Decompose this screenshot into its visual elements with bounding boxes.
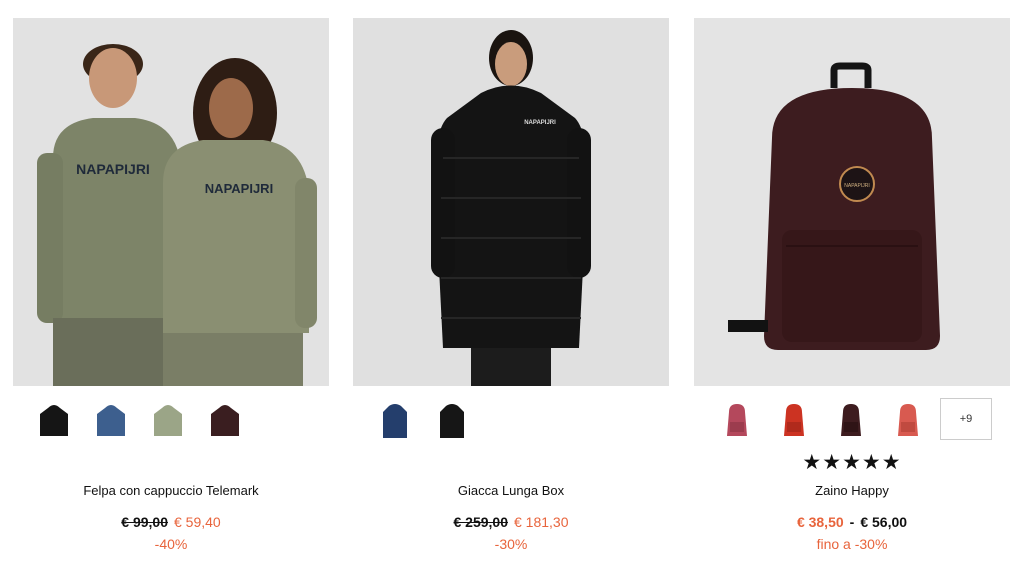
swatch-olive[interactable] (152, 402, 184, 440)
swatch-burgundy[interactable] (209, 402, 241, 440)
swatch-red[interactable] (778, 402, 810, 440)
price-row: € 259,00 € 181,30 (353, 514, 669, 530)
discount-badge: fino a -30% (816, 536, 888, 552)
product-card-telemark[interactable]: NAPAPIJRI NAPAPIJRI Felpa con cappuccio … (13, 18, 329, 552)
swatch-rose[interactable] (721, 402, 753, 440)
product-name[interactable]: Zaino Happy (694, 483, 1010, 498)
price-range: € 38,50- € 56,00 (694, 514, 1010, 530)
price-row: € 99,00 € 59,40 (13, 514, 329, 530)
svg-text:NAPAPIJRI: NAPAPIJRI (844, 183, 869, 189)
svg-text:NAPAPIJRI: NAPAPIJRI (205, 181, 273, 196)
swatch-burgundy[interactable] (835, 402, 867, 440)
product-image-giacca[interactable]: NAPAPIJRI (353, 18, 669, 386)
swatch-blue[interactable] (95, 402, 127, 440)
sale-price: € 181,30 (514, 514, 569, 530)
discount-badge: -40% (154, 536, 188, 552)
swatch-navy[interactable] (379, 402, 411, 440)
sale-price: € 59,40 (174, 514, 221, 530)
original-price: € 99,00 (121, 514, 168, 530)
price-from: € 38,50 (796, 514, 844, 530)
product-image-telemark[interactable]: NAPAPIJRI NAPAPIJRI (13, 18, 329, 386)
svg-text:NAPAPIJRI: NAPAPIJRI (76, 161, 150, 177)
product-name[interactable]: Felpa con cappuccio Telemark (13, 483, 329, 498)
swatch-black[interactable] (38, 402, 70, 440)
product-card-giacca-lunga-box[interactable]: NAPAPIJRI Giacca Lunga Box € 259,00 € 181… (353, 18, 669, 552)
color-swatches: +9 (694, 398, 1010, 442)
swatch-coral[interactable] (892, 402, 924, 440)
rating-stars: ★★★★★ (802, 451, 902, 474)
original-price: € 259,00 (453, 514, 509, 530)
more-colors-button[interactable]: +9 (940, 398, 992, 440)
price-separator: - (849, 514, 855, 530)
svg-text:NAPAPIJRI: NAPAPIJRI (524, 120, 556, 126)
discount-badge: -30% (494, 536, 528, 552)
product-card-zaino-happy[interactable]: NAPAPIJRI +9 ★★★★★ Zaino Happy € 38,50- €… (694, 18, 1010, 552)
color-swatches (13, 402, 329, 442)
color-swatches (353, 402, 669, 442)
product-name[interactable]: Giacca Lunga Box (353, 483, 669, 498)
price-to: € 56,00 (860, 514, 908, 530)
swatch-black[interactable] (436, 402, 468, 440)
product-image-zaino[interactable]: NAPAPIJRI (694, 18, 1010, 386)
